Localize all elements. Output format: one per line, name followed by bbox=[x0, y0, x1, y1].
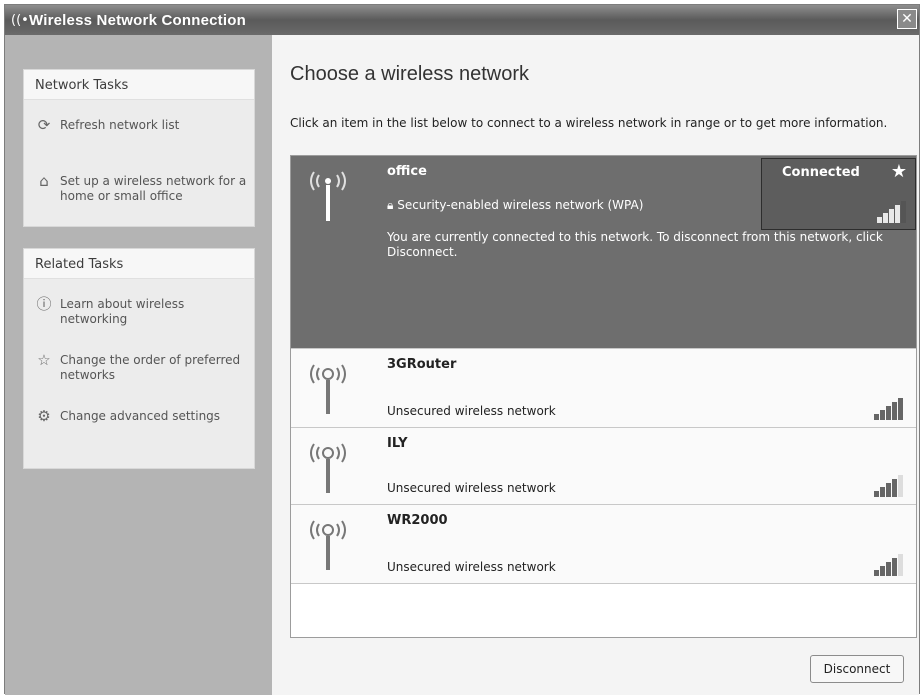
related-tasks-panel: Related Tasks ⓘ Learn about wireless net… bbox=[23, 248, 255, 469]
wireless-antenna-icon bbox=[310, 364, 346, 414]
signal-strength-bars bbox=[877, 201, 907, 223]
refresh-icon: ⟳ bbox=[37, 116, 51, 134]
wireless-antenna-icon bbox=[310, 171, 346, 221]
task-label: Change the order of preferred networks bbox=[60, 353, 241, 382]
network-security: Unsecured wireless network bbox=[387, 560, 556, 574]
wireless-icon: ((• bbox=[11, 13, 29, 28]
setup-network-icon: ⌂ bbox=[39, 172, 49, 190]
network-security: Unsecured wireless network bbox=[387, 404, 556, 418]
lock-icon: 🔒︎ bbox=[387, 198, 398, 212]
network-tasks-header: Network Tasks bbox=[24, 70, 254, 100]
sidebar: Network Tasks ⟳ Refresh network list ⌂ S… bbox=[5, 35, 272, 695]
disconnect-button[interactable]: Disconnect bbox=[810, 655, 904, 683]
network-item-wr2000[interactable]: WR2000 Unsecured wireless network bbox=[291, 505, 916, 584]
signal-strength-bars bbox=[874, 554, 904, 576]
network-item-office[interactable]: office 🔒︎ Security-enabled wireless netw… bbox=[291, 156, 916, 349]
wireless-network-window: ((• Wireless Network Connection ✕ Networ… bbox=[4, 4, 920, 695]
connection-status-box: Connected ★ bbox=[761, 158, 916, 230]
related-tasks-header: Related Tasks bbox=[24, 249, 254, 279]
settings-icon: ⚙ bbox=[37, 407, 51, 425]
network-description: You are currently connected to this netw… bbox=[387, 230, 883, 259]
signal-strength-bars bbox=[874, 475, 904, 497]
window-title: Wireless Network Connection bbox=[29, 12, 246, 29]
network-tasks-panel: Network Tasks ⟳ Refresh network list ⌂ S… bbox=[23, 69, 255, 227]
network-list[interactable]: office 🔒︎ Security-enabled wireless netw… bbox=[290, 155, 917, 638]
instructions-text: Click an item in the list below to conne… bbox=[290, 116, 888, 130]
close-button[interactable]: ✕ bbox=[897, 9, 917, 29]
title-bar[interactable]: ((• Wireless Network Connection ✕ bbox=[5, 5, 919, 35]
network-security: 🔒︎ Security-enabled wireless network (WP… bbox=[387, 198, 644, 212]
star-order-icon: ☆ bbox=[37, 351, 51, 369]
network-name: WR2000 bbox=[387, 513, 448, 528]
network-name: ILY bbox=[387, 436, 408, 451]
network-name: office bbox=[387, 164, 427, 179]
main-content: Choose a wireless network Click an item … bbox=[272, 35, 919, 695]
task-label: Change advanced settings bbox=[60, 409, 221, 423]
network-item-ily[interactable]: ILY Unsecured wireless network bbox=[291, 428, 916, 505]
wireless-antenna-icon bbox=[310, 520, 346, 570]
task-label: Learn about wireless networking bbox=[60, 297, 185, 326]
status-badge: Connected bbox=[782, 165, 860, 180]
page-title: Choose a wireless network bbox=[290, 63, 529, 85]
wireless-antenna-icon bbox=[310, 443, 346, 493]
network-item-3grouter[interactable]: 3GRouter Unsecured wireless network bbox=[291, 349, 916, 428]
star-icon: ★ bbox=[890, 161, 907, 182]
task-label: Set up a wireless network for a home or … bbox=[60, 174, 247, 203]
network-name: 3GRouter bbox=[387, 357, 457, 372]
network-security: Unsecured wireless network bbox=[387, 481, 556, 495]
signal-strength-bars bbox=[874, 398, 904, 420]
task-label: Refresh network list bbox=[60, 118, 180, 132]
info-icon: ⓘ bbox=[36, 295, 52, 313]
